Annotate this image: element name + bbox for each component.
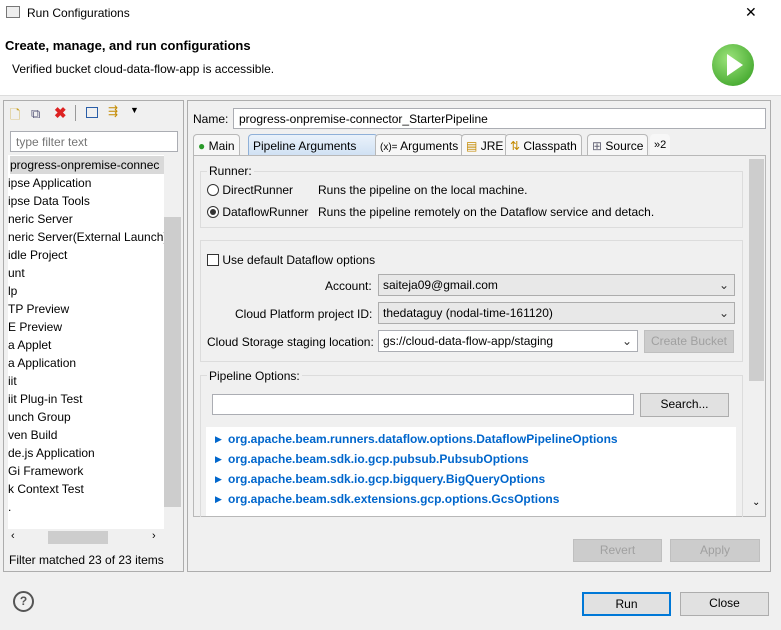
config-list-item[interactable]: iit [8, 372, 17, 390]
name-label: Name: [193, 112, 229, 126]
close-button[interactable]: Close [680, 592, 769, 616]
horizontal-scrollbar[interactable]: ‹ › [8, 529, 164, 546]
tab-jre[interactable]: ▤ JRE [461, 134, 509, 156]
tab-classpath[interactable]: ⇅ Classpath [505, 134, 582, 156]
dialog-header: Create, manage, and run configurations V… [0, 26, 781, 96]
pipeline-option-item[interactable]: org.apache.beam.sdk.io.gcp.bigquery.BigQ… [228, 472, 545, 486]
staging-input[interactable]: gs://cloud-data-flow-app/staging ⌄ [378, 330, 638, 352]
vertical-scrollbar[interactable] [164, 155, 181, 545]
direct-runner-desc: Runs the pipeline on the local machine. [318, 183, 528, 197]
config-list-item[interactable]: iit Plug-in Test [8, 390, 82, 408]
run-icon [712, 44, 754, 86]
config-list-item[interactable]: TP Preview [8, 300, 69, 318]
more-tabs-button[interactable]: »2 [650, 134, 671, 156]
title-bar: Run Configurations ✕ [0, 0, 781, 26]
close-window-button[interactable]: ✕ [745, 4, 757, 21]
account-select[interactable]: saiteja09@gmail.com ⌄ [378, 274, 735, 296]
delete-icon[interactable]: ✖ [54, 104, 67, 122]
tab-source[interactable]: ⊞ Source [587, 134, 649, 156]
config-list-item[interactable]: lp [8, 282, 17, 300]
scroll-down-icon[interactable]: ⌄ [752, 497, 760, 508]
chevron-down-icon[interactable]: ▼ [130, 105, 139, 115]
run-button[interactable]: Run [582, 592, 671, 616]
chevron-down-icon: ⌄ [718, 278, 729, 292]
revert-button[interactable]: Revert [573, 539, 662, 562]
config-list-item[interactable]: de.js Application [8, 444, 95, 462]
config-list-item[interactable]: neric Server [8, 210, 73, 228]
expand-icon[interactable]: ▶ [215, 434, 222, 445]
create-bucket-button[interactable]: Create Bucket [644, 330, 734, 353]
config-list-item[interactable]: Gi Framework [8, 462, 83, 480]
search-button[interactable]: Search... [640, 393, 729, 417]
help-icon[interactable]: ? [13, 591, 34, 612]
source-icon: ⊞ [592, 139, 603, 153]
config-list-item[interactable]: neric Server(External Launch) [8, 228, 167, 246]
arguments-icon: (x)= [380, 142, 398, 153]
project-select[interactable]: thedataguy (nodal-time-161120) ⌄ [378, 302, 735, 324]
use-default-checkbox[interactable]: Use default Dataflow options [207, 253, 375, 267]
chevron-down-icon: ⌄ [621, 334, 632, 348]
duplicate-icon[interactable]: ⧉ [31, 106, 40, 122]
content-scrollbar[interactable]: ⌄ [749, 157, 764, 515]
dataflow-runner-desc: Runs the pipeline remotely on the Datafl… [318, 205, 655, 219]
collapse-all-icon[interactable] [86, 107, 98, 118]
tab-main[interactable]: ● Main [193, 134, 240, 156]
main-icon: ● [198, 139, 206, 153]
chevron-down-icon: ⌄ [718, 306, 729, 320]
pipeline-options-label: Pipeline Options: [207, 369, 302, 383]
staging-label: Cloud Storage staging location: [207, 335, 374, 349]
app-icon [6, 6, 20, 18]
config-list-item[interactable]: a Application [8, 354, 76, 372]
pipeline-option-item[interactable]: org.apache.beam.sdk.io.gcp.pubsub.Pubsub… [228, 452, 529, 466]
expand-icon[interactable]: ▶ [215, 454, 222, 465]
config-list-item[interactable]: ipse Data Tools [8, 192, 90, 210]
apply-button[interactable]: Apply [670, 539, 760, 562]
config-list-item[interactable]: ipse Application [8, 174, 91, 192]
runner-group [200, 171, 743, 228]
toolbar-divider [75, 105, 76, 121]
account-label: Account: [325, 279, 372, 293]
filter-input[interactable] [10, 131, 178, 152]
expand-icon[interactable]: ▶ [215, 494, 222, 505]
tab-pipeline-arguments[interactable]: Pipeline Arguments [248, 134, 378, 156]
dataflow-runner-radio[interactable]: DataflowRunner [207, 205, 308, 219]
new-config-icon[interactable]: 🗋 [10, 106, 20, 128]
config-list-item[interactable]: unt [8, 264, 25, 282]
config-list-item[interactable]: idle Project [8, 246, 67, 264]
name-input[interactable] [233, 108, 766, 129]
jre-icon: ▤ [466, 139, 478, 153]
config-list-item[interactable]: E Preview [8, 318, 62, 336]
scrollbar-thumb[interactable] [164, 217, 181, 507]
runner-label: Runner: [207, 164, 254, 178]
config-list-item[interactable]: unch Group [8, 408, 71, 426]
direct-runner-radio[interactable]: DirectRunner [207, 183, 293, 197]
config-tree: progress-onpremise-connec ipse Applicatio… [8, 155, 181, 545]
project-label: Cloud Platform project ID: [235, 307, 373, 321]
content-scrollbar-thumb[interactable] [749, 159, 764, 381]
header-message: Verified bucket cloud-data-flow-app is a… [12, 62, 275, 76]
classpath-icon: ⇅ [510, 139, 521, 153]
filter-status: Filter matched 23 of 23 items [9, 553, 164, 567]
pipeline-search-input[interactable] [212, 394, 634, 415]
filter-icon[interactable]: ⇶ [108, 104, 118, 118]
config-list-item[interactable]: progress-onpremise-connec [10, 156, 164, 174]
window-title: Run Configurations [27, 6, 130, 20]
config-list-item[interactable]: ven Build [8, 426, 57, 444]
config-list-item[interactable]: k Context Test [8, 480, 84, 498]
config-list-item[interactable]: . [8, 498, 11, 516]
h-scrollbar-thumb[interactable] [48, 531, 108, 544]
header-title: Create, manage, and run configurations [5, 38, 251, 53]
tab-arguments[interactable]: (x)= Arguments [375, 134, 464, 156]
config-list-panel: 🗋 ⧉ ✖ ⇶ ▼ progress-onpremise-connecipse … [3, 100, 184, 572]
pipeline-option-item[interactable]: org.apache.beam.sdk.extensions.gcp.optio… [228, 492, 559, 506]
config-list-item[interactable]: a Applet [8, 336, 51, 354]
pipeline-option-item[interactable]: org.apache.beam.runners.dataflow.options… [228, 432, 618, 446]
expand-icon[interactable]: ▶ [215, 474, 222, 485]
